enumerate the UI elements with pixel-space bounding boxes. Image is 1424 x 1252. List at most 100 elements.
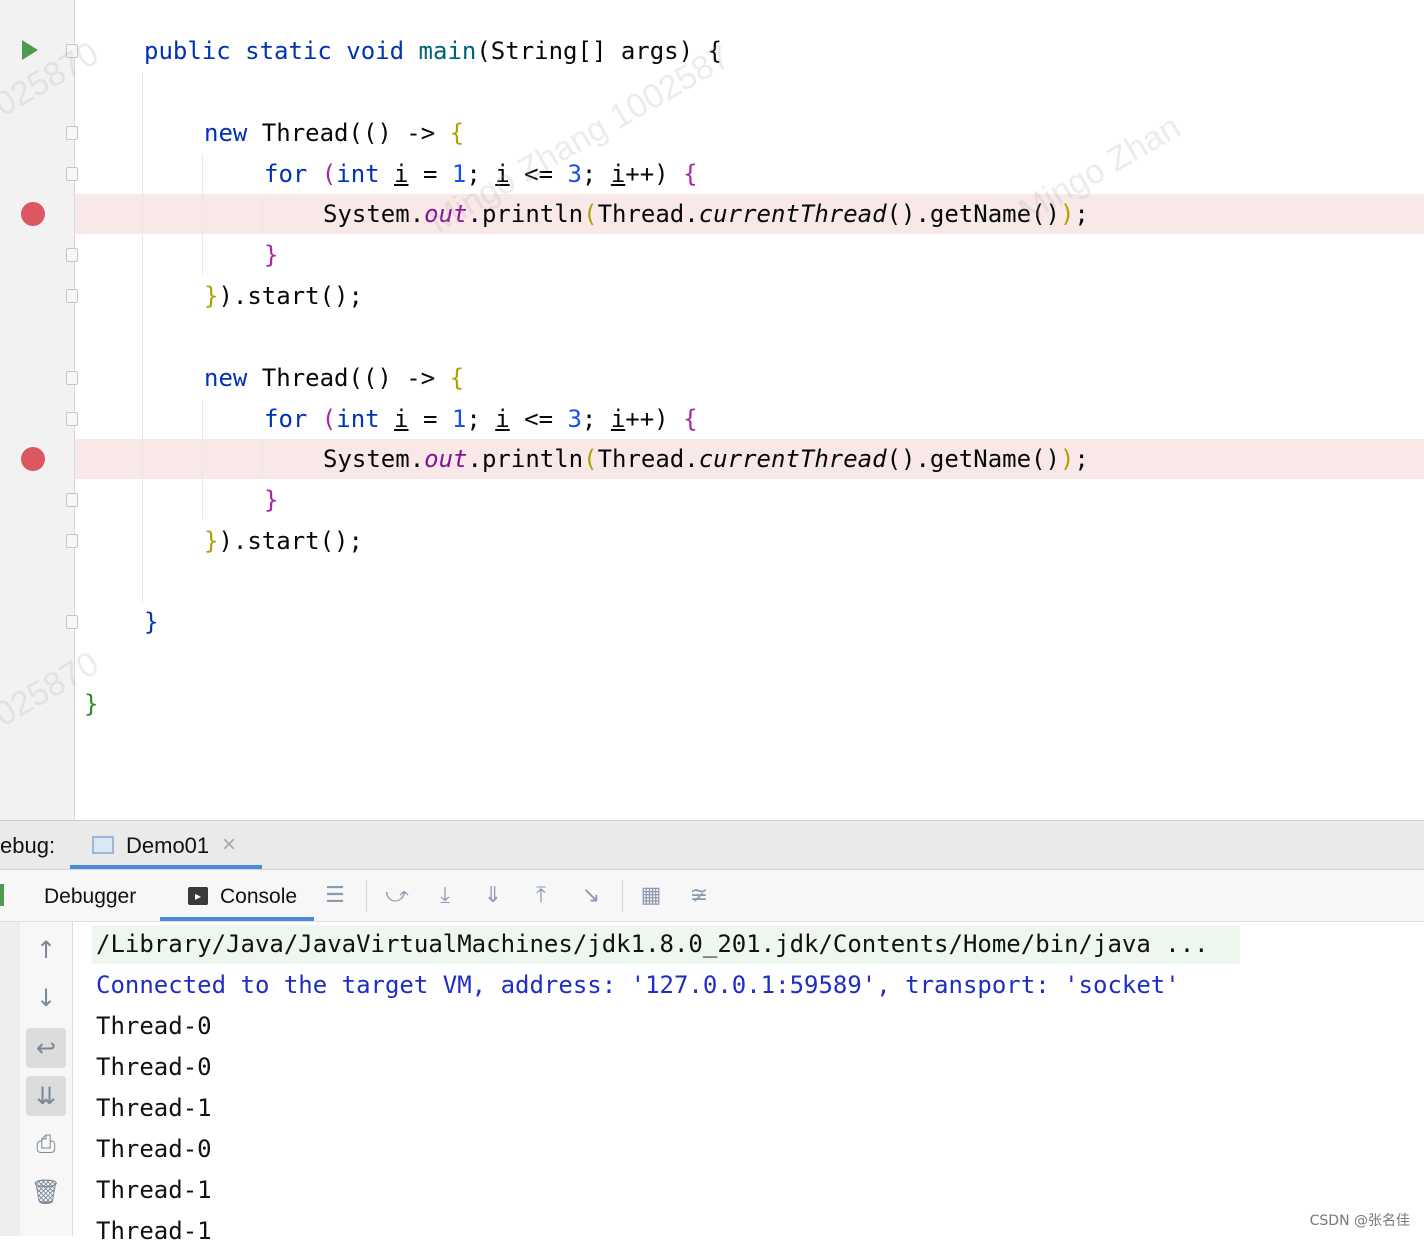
print-icon[interactable]: ⎙ xyxy=(26,1124,66,1164)
code-text: ).start(); xyxy=(218,527,363,555)
code-text: Thread(() -> xyxy=(261,119,450,147)
fold-icon[interactable] xyxy=(66,534,78,548)
debug-toolbar: Debugger ▸ Console ☰ ⤻ ⤓ ⇓ ⤒ ↘ ▦ ≆ xyxy=(0,870,1424,922)
code-editor[interactable]: public static void main(String[] args) {… xyxy=(0,0,1424,820)
console-command-line[interactable]: /Library/Java/JavaVirtualMachines/jdk1.8… xyxy=(96,924,1209,965)
code-line-start[interactable]: }).start(); xyxy=(204,276,363,316)
fold-icon[interactable] xyxy=(66,412,78,426)
keyword: new xyxy=(204,364,262,392)
variable: i xyxy=(394,160,409,188)
brace: { xyxy=(449,364,465,392)
code-text: Thread. xyxy=(597,200,699,228)
force-step-into-icon[interactable]: ⇓ xyxy=(478,881,508,911)
fold-icon[interactable] xyxy=(66,126,78,140)
run-to-cursor-icon[interactable]: ↘ xyxy=(576,881,606,911)
status-marker xyxy=(0,884,4,906)
tab-label: Demo01 xyxy=(126,833,210,858)
indent-guide xyxy=(202,399,203,519)
code-line-new-thread[interactable]: new Thread(() -> { xyxy=(204,358,464,398)
code-text: Thread. xyxy=(597,445,699,473)
keyword: for xyxy=(264,405,322,433)
indent-guide xyxy=(142,72,143,602)
run-config-icon xyxy=(92,836,114,854)
console-output-line[interactable]: Thread-1 xyxy=(96,1170,212,1211)
toolbar-separator xyxy=(622,880,623,912)
code-line-class-close[interactable]: } xyxy=(84,684,98,724)
keyword: int xyxy=(336,160,395,188)
code-text: System. xyxy=(323,445,425,473)
code-line-new-thread[interactable]: new Thread(() -> { xyxy=(204,113,464,153)
debug-label: ebug: xyxy=(0,833,56,858)
console-output-line[interactable]: Thread-0 xyxy=(96,1047,212,1088)
static-method: currentThread xyxy=(698,200,887,228)
keyword: for xyxy=(264,160,322,188)
code-text: ).start(); xyxy=(218,282,363,310)
step-into-icon[interactable]: ⤓ xyxy=(430,881,460,911)
paren: ( xyxy=(583,445,598,473)
code-text: ; xyxy=(466,405,496,433)
console-connected-line[interactable]: Connected to the target VM, address: '12… xyxy=(96,965,1180,1006)
static-method: currentThread xyxy=(698,445,887,473)
fold-icon[interactable] xyxy=(66,493,78,507)
up-arrow-icon[interactable]: ↑ xyxy=(26,930,66,970)
run-icon[interactable] xyxy=(22,40,38,60)
indent-guide xyxy=(262,194,263,234)
variable: i xyxy=(610,160,626,188)
console-output-line[interactable]: Thread-0 xyxy=(96,1006,212,1047)
fold-icon[interactable] xyxy=(66,248,78,262)
indent-guide xyxy=(262,439,263,479)
scroll-to-end-icon[interactable]: ⇊ xyxy=(26,1076,66,1116)
fold-icon[interactable] xyxy=(66,615,78,629)
breakpoint-icon[interactable] xyxy=(21,447,45,471)
code-line-close-for[interactable]: } xyxy=(264,480,278,520)
variable: i xyxy=(394,405,409,433)
code-line-println[interactable]: System.out.println(Thread.currentThread(… xyxy=(323,439,1089,479)
fold-icon[interactable] xyxy=(66,289,78,303)
soft-wrap-icon[interactable]: ↩ xyxy=(26,1028,66,1068)
tab-demo01[interactable]: Demo01 × xyxy=(70,821,262,869)
code-text: ; xyxy=(581,160,611,188)
tab-console[interactable]: ▸ Console xyxy=(160,870,314,921)
paren: ( xyxy=(321,160,337,188)
fold-icon[interactable] xyxy=(66,167,78,181)
keyword: new xyxy=(204,119,262,147)
trace-icon[interactable]: ≆ xyxy=(684,881,714,911)
indent-guide xyxy=(202,154,203,274)
trash-icon[interactable]: 🗑 xyxy=(26,1172,66,1212)
code-line-for[interactable]: for (int i = 1; i <= 3; i++) { xyxy=(264,399,698,439)
code-text: ; xyxy=(581,405,611,433)
code-line-close-for[interactable]: } xyxy=(264,235,278,275)
down-arrow-icon[interactable]: ↓ xyxy=(26,978,66,1018)
paren: ( xyxy=(321,405,337,433)
code-text: System. xyxy=(323,200,425,228)
code-line-main-close[interactable]: } xyxy=(144,602,158,642)
evaluate-icon[interactable]: ▦ xyxy=(636,881,666,911)
csdn-credit: CSDN @张名佳 xyxy=(1309,1213,1410,1229)
code-text: = xyxy=(408,160,452,188)
close-icon[interactable]: × xyxy=(222,831,236,859)
static-field: out xyxy=(424,445,468,473)
code-line-start[interactable]: }).start(); xyxy=(204,521,363,561)
code-text: ++) xyxy=(625,405,684,433)
code-line-main[interactable]: public static void main(String[] args) { xyxy=(144,31,722,71)
tool-strip xyxy=(0,922,21,1236)
breakpoint-icon[interactable] xyxy=(21,202,45,226)
code-text: ().getName() xyxy=(886,445,1060,473)
console-output-line[interactable]: Thread-0 xyxy=(96,1129,212,1170)
console-output-line[interactable]: Thread-1 xyxy=(96,1211,212,1252)
number: 1 xyxy=(451,405,467,433)
step-out-icon[interactable]: ⤒ xyxy=(526,881,556,911)
number: 3 xyxy=(567,405,582,433)
tab-label: Console xyxy=(220,885,298,908)
code-text: .println xyxy=(467,445,584,473)
brace: { xyxy=(449,119,465,147)
toolbar-separator xyxy=(366,880,367,912)
variable: i xyxy=(495,405,510,433)
keyword: public static void xyxy=(144,37,419,65)
console-output-line[interactable]: Thread-1 xyxy=(96,1088,212,1129)
restore-layout-icon[interactable]: ☰ xyxy=(320,881,350,911)
brace: { xyxy=(683,405,698,433)
step-over-icon[interactable]: ⤻ xyxy=(382,881,412,911)
tab-debugger[interactable]: Debugger xyxy=(44,885,136,909)
fold-icon[interactable] xyxy=(66,371,78,385)
